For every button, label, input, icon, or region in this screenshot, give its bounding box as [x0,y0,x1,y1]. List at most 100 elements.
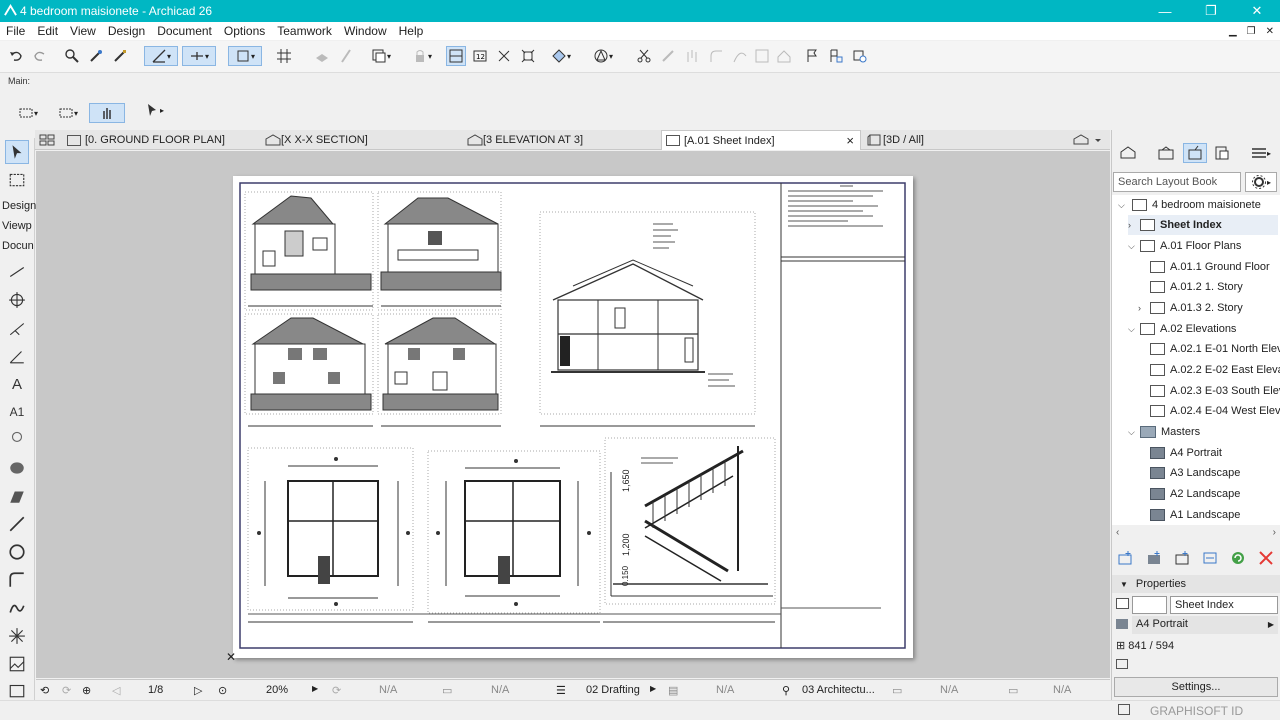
layout-book-search-input[interactable]: Search Layout Book [1113,172,1241,192]
tab-3d[interactable]: [3D / All] [863,130,1059,150]
tree-item-masters[interactable]: ⌵ Masters [1128,422,1200,442]
tab-close-button[interactable]: × [846,133,854,148]
delete-button[interactable] [1256,548,1276,568]
zoom-in-icon[interactable]: ⊕ [82,684,91,697]
graphisoft-id[interactable]: GRAPHISOFT ID [1150,704,1243,718]
previous-page-icon[interactable]: ◁ [112,684,120,697]
tree-item-ground-floor[interactable]: A.01.1 Ground Floor [1150,257,1270,277]
polygon-button[interactable]: ▾ [586,46,620,66]
issue-button[interactable] [850,46,870,66]
restore-button[interactable]: ❐ [1188,0,1234,22]
menu-help[interactable]: Help [393,24,430,38]
layout-settings-button[interactable] [1200,548,1220,568]
menu-window[interactable]: Window [338,24,393,38]
pen-set[interactable]: 03 Architectu... [802,684,875,696]
marker-tool[interactable] [5,426,29,450]
drawing-tool[interactable] [5,678,29,702]
trim-button[interactable] [634,46,654,66]
tab-sheet-index[interactable]: [A.01 Sheet Index] × [661,130,861,150]
resize-button[interactable] [752,46,772,66]
curve-button[interactable] [730,46,750,66]
menu-design[interactable]: Design [102,24,151,38]
layer-combination[interactable]: 02 Drafting [586,684,640,696]
mdi-restore-icon[interactable]: ❐ [1247,26,1256,37]
dimension-tool[interactable] [5,260,29,284]
collapse-triangle-icon[interactable]: ▼ [1120,580,1128,589]
level-dimension-tool[interactable] [5,288,29,312]
next-page-icon[interactable]: ▷ [194,684,202,697]
zoom-dropdown-icon[interactable]: ▶ [312,684,318,693]
arrow-selection-button[interactable]: ▾ [10,103,46,123]
fill-tool[interactable] [5,456,29,480]
spline-tool[interactable] [5,596,29,620]
chevron-right-icon[interactable]: › [1138,303,1141,313]
circle-tool[interactable] [5,540,29,564]
offset-button[interactable] [682,46,702,66]
tree-item-a3-landscape[interactable]: A3 Landscape [1150,463,1240,483]
line-tool[interactable] [5,512,29,536]
arrow-tool[interactable] [5,140,29,164]
menu-view[interactable]: View [64,24,102,38]
chevron-down-icon[interactable]: ⌵ [1128,427,1135,438]
split-button[interactable]: ▾ [544,46,578,66]
chevron-down-icon[interactable]: ⌵ [1118,200,1125,211]
tree-item-north-elevation[interactable]: A.02.1 E-01 North Eleva [1150,339,1280,359]
explode-button[interactable] [518,46,538,66]
search-settings-button[interactable]: ▸ [1245,172,1277,192]
refresh-button[interactable] [1228,548,1248,568]
scroll-right-icon[interactable]: › [1273,527,1276,538]
text-tool[interactable]: A [5,372,29,396]
tree-item-book[interactable]: ⌵ 4 bedroom maisionete [1118,195,1261,215]
figure-tool[interactable] [5,652,29,676]
tree-item-2-story[interactable]: › A.01.3 2. Story [1138,298,1243,318]
relative-construction-button[interactable]: ▾ [228,46,262,66]
label-tool[interactable]: A1 [5,400,29,424]
layout-book-button[interactable] [1183,143,1207,163]
roof-button[interactable] [774,46,794,66]
markup-button[interactable] [826,46,846,66]
view-map-button[interactable] [1156,143,1176,163]
dimension-button[interactable]: 12 [470,46,490,66]
find-select-button[interactable] [62,46,82,66]
suspend-groups-button[interactable] [312,46,332,66]
syringe-button[interactable] [110,46,130,66]
tab-section[interactable]: [X X-X SECTION] [261,130,461,150]
magic-wand-button[interactable] [336,46,356,66]
undo-view-icon[interactable]: ⟲ [40,684,49,697]
mdi-close-icon[interactable]: ✕ [1266,26,1274,37]
pan-button[interactable] [89,103,125,123]
hotspot-tool[interactable] [5,624,29,648]
eyedropper-button[interactable] [86,46,106,66]
toolbox-document[interactable]: Docun [2,240,34,252]
chevron-right-icon[interactable]: › [1128,220,1131,230]
chevron-down-icon[interactable]: ⌵ [1128,241,1135,252]
minimize-button[interactable]: — [1142,0,1188,22]
chevron-down-icon[interactable]: ⌵ [1128,324,1135,335]
tab-list-button[interactable] [35,130,61,150]
tree-item-sheet-index[interactable]: › Sheet Index [1128,215,1278,235]
panel-toggle-icon[interactable] [1118,704,1130,715]
tree-item-a4-portrait[interactable]: A4 Portrait [1150,443,1222,463]
pointer-button[interactable]: ▸ [136,100,172,120]
menu-document[interactable]: Document [151,24,218,38]
tab-overflow-button[interactable] [1069,130,1109,150]
settings-button[interactable]: Settings... [1114,677,1278,697]
trace-button[interactable]: ▾ [364,46,398,66]
tree-item-east-elevation[interactable]: A.02.2 E-02 East Elevati [1150,360,1280,380]
flag-button[interactable] [802,46,822,66]
menu-teamwork[interactable]: Teamwork [271,24,338,38]
intersect-button[interactable] [494,46,514,66]
menu-options[interactable]: Options [218,24,271,38]
zoom-tool-icon[interactable]: ⊙ [218,684,227,697]
toolbox-viewpoint[interactable]: Viewp [2,220,32,232]
tree-item-south-elevation[interactable]: A.02.3 E-03 South Eleva [1150,381,1280,401]
hatch-tool[interactable] [5,484,29,508]
marquee-tool[interactable] [5,168,29,192]
page-setup-icon[interactable] [1116,659,1128,669]
zoom-level[interactable]: 20% [266,684,288,696]
polyline-tool[interactable] [5,568,29,592]
redo-button[interactable] [30,46,50,66]
tree-item-a1-landscape[interactable]: A1 Landscape [1150,505,1240,525]
navigator-menu-button[interactable]: ▸ [1246,143,1276,163]
scroll-left-icon[interactable]: ‹ [1116,527,1119,538]
